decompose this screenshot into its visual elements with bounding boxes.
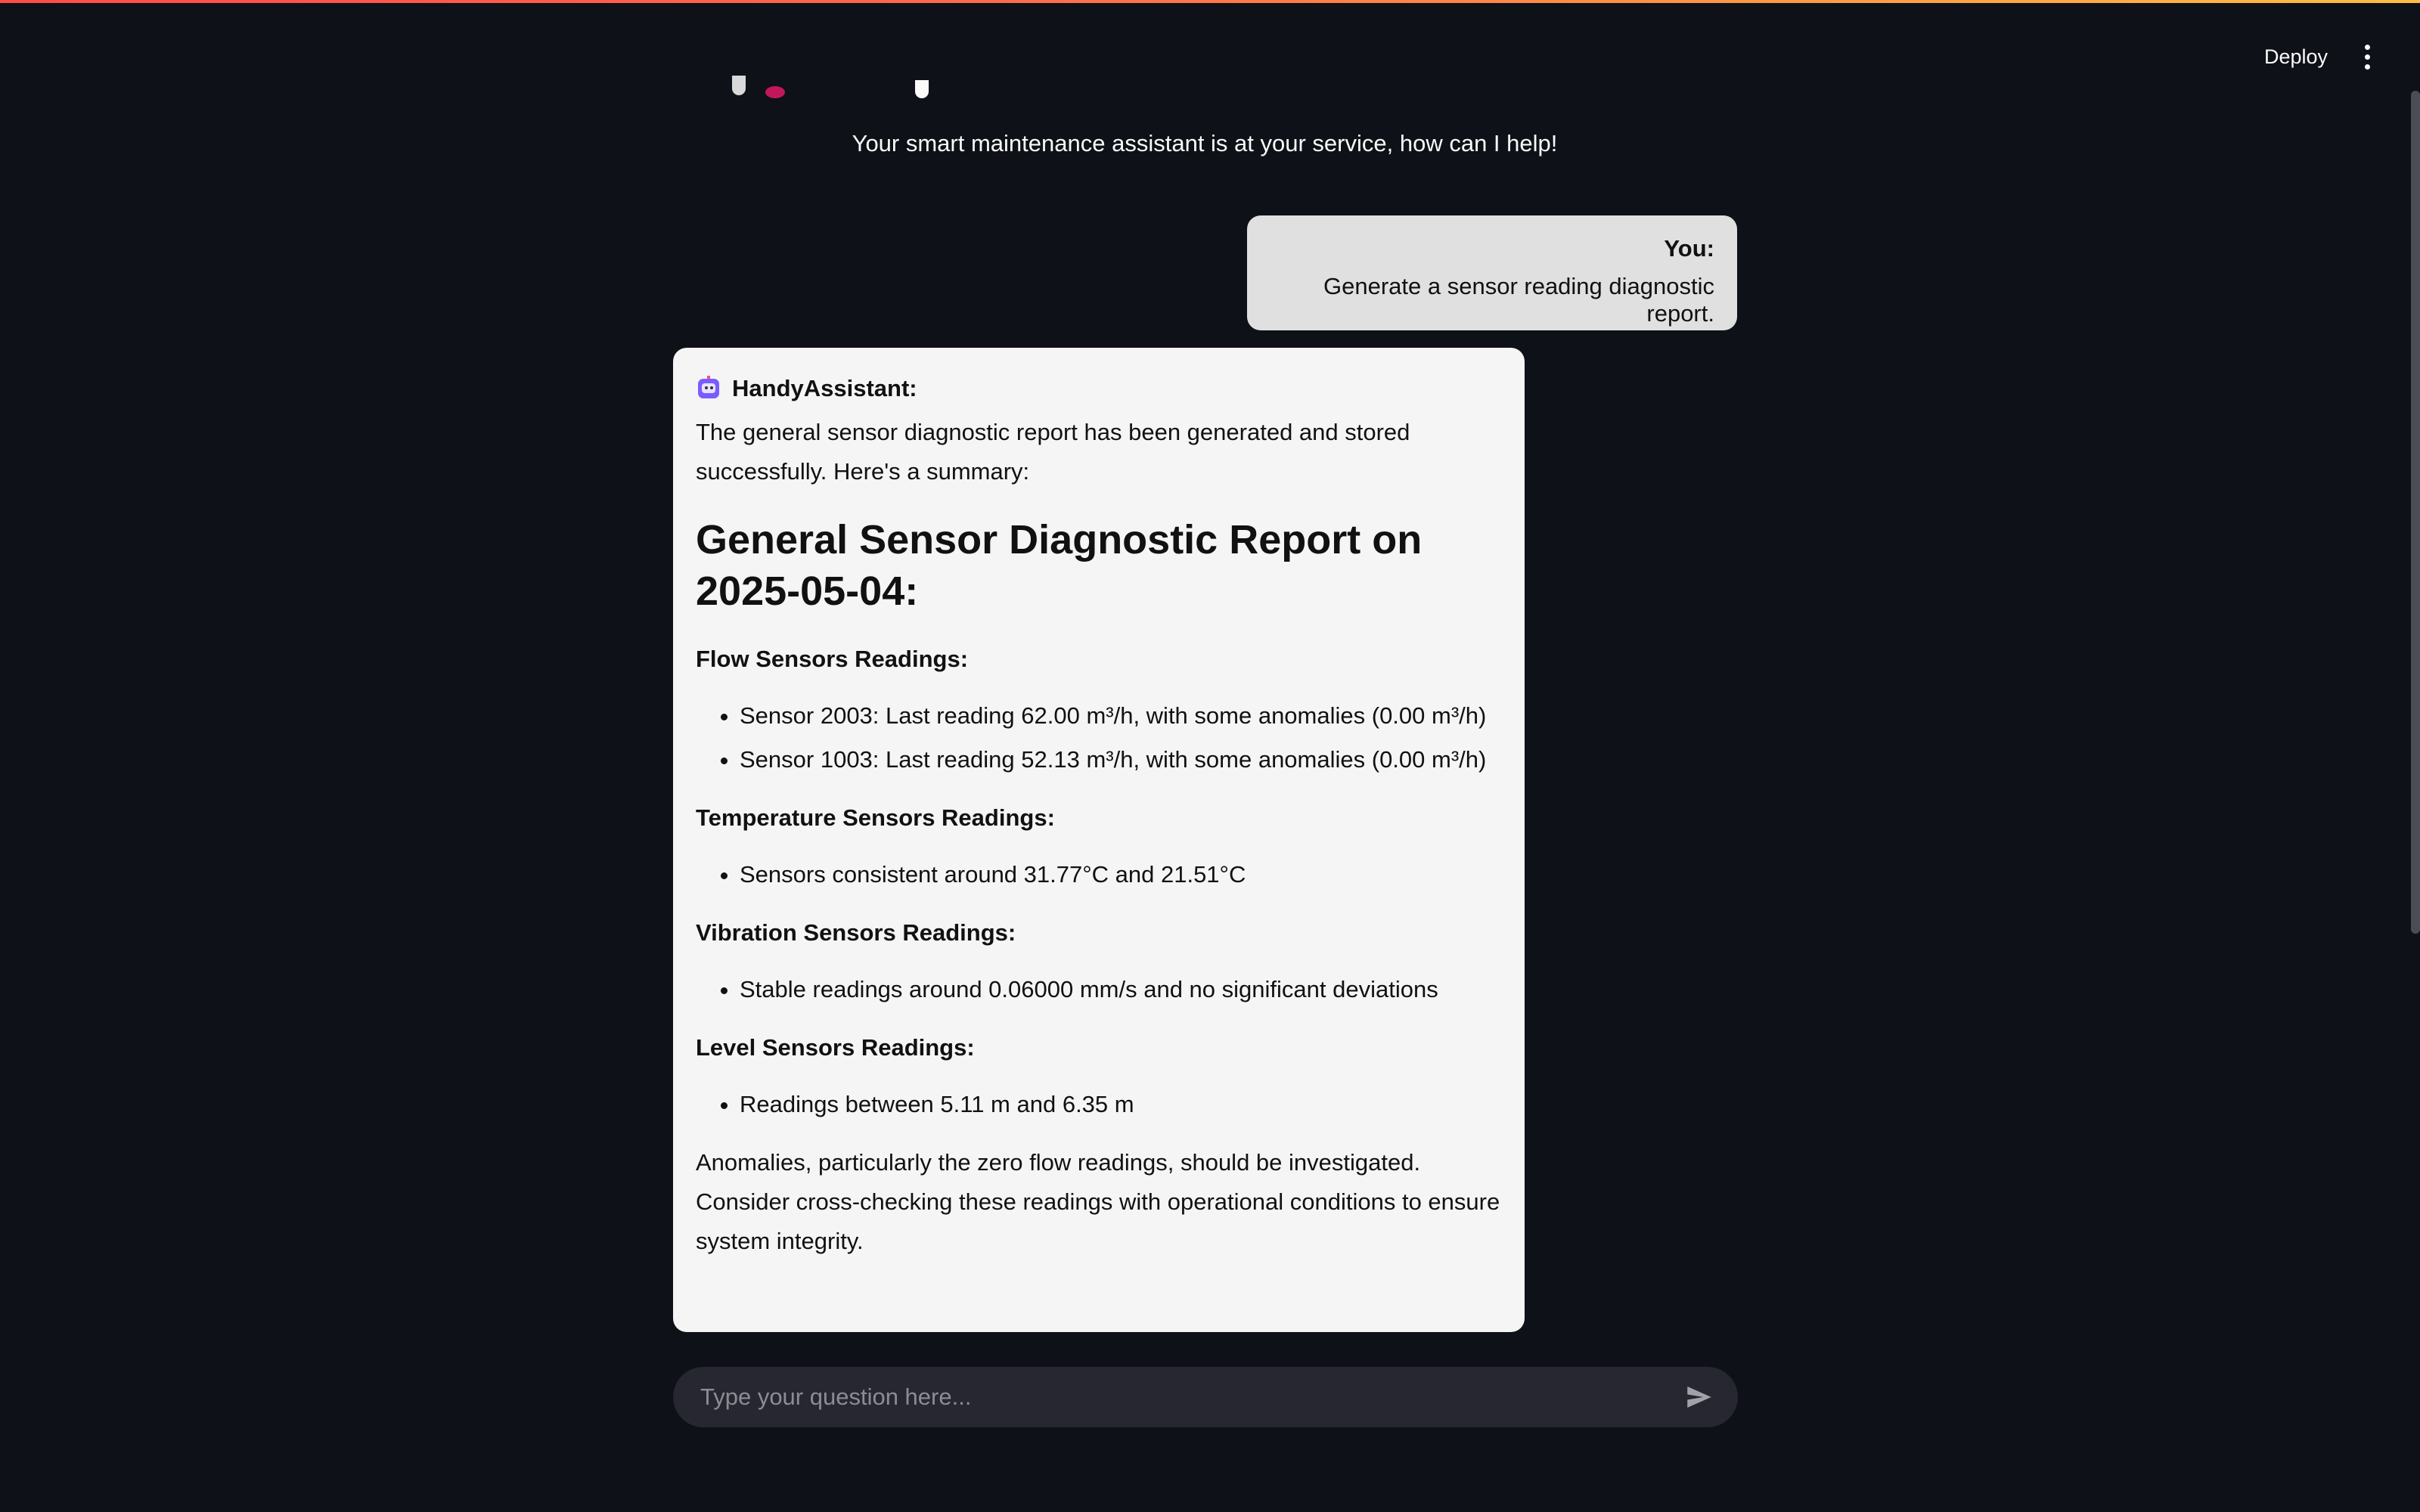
section-heading-level: Level Sensors Readings: [696, 1034, 975, 1061]
list-item: Sensors consistent around 31.77°C and 21… [740, 853, 1502, 897]
flow-readings-list: Sensor 2003: Last reading 62.00 m³/h, wi… [696, 694, 1502, 782]
vertical-ellipsis-icon[interactable] [2360, 41, 2375, 74]
chat-input-bar [673, 1367, 1738, 1427]
vibration-readings-list: Stable readings around 0.06000 mm/s and … [696, 968, 1502, 1012]
list-item: Sensor 2003: Last reading 62.00 m³/h, wi… [740, 694, 1502, 738]
send-icon[interactable] [1683, 1381, 1715, 1413]
report-title: General Sensor Diagnostic Report on 2025… [696, 517, 1423, 614]
assistant-message: HandyAssistant: The general sensor diagn… [673, 348, 1525, 1332]
section-heading-flow: Flow Sensors Readings: [696, 646, 969, 672]
list-item: Readings between 5.11 m and 6.35 m [740, 1083, 1502, 1126]
section-heading-temperature: Temperature Sensors Readings: [696, 804, 1055, 831]
deploy-button[interactable]: Deploy [2260, 38, 2332, 76]
assistant-header: HandyAssistant: [696, 369, 1502, 408]
user-message-text: Generate a sensor reading diagnostic rep… [1323, 273, 1714, 327]
user-message: You: Generate a sensor reading diagnosti… [1247, 215, 1737, 330]
assistant-intro: The general sensor diagnostic report has… [696, 419, 1410, 485]
assistant-closing: Anomalies, particularly the zero flow re… [696, 1149, 1500, 1254]
page-subtitle: Your smart maintenance assistant is at y… [852, 130, 1558, 156]
list-item: Stable readings around 0.06000 mm/s and … [740, 968, 1502, 1012]
list-item: Sensor 1003: Last reading 52.13 m³/h, wi… [740, 738, 1502, 782]
header-actions: Deploy [2260, 38, 2375, 76]
temperature-readings-list: Sensors consistent around 31.77°C and 21… [696, 853, 1502, 897]
user-sender-label: You: [1664, 235, 1714, 262]
chat-input[interactable] [699, 1383, 1683, 1411]
robot-icon [696, 376, 721, 401]
assistant-sender-label: HandyAssistant: [732, 375, 917, 401]
scrollbar[interactable] [2411, 91, 2420, 934]
app-title-cropped [711, 53, 1013, 98]
level-readings-list: Readings between 5.11 m and 6.35 m [696, 1083, 1502, 1126]
section-heading-vibration: Vibration Sensors Readings: [696, 919, 1016, 946]
top-accent-bar [0, 0, 2420, 3]
